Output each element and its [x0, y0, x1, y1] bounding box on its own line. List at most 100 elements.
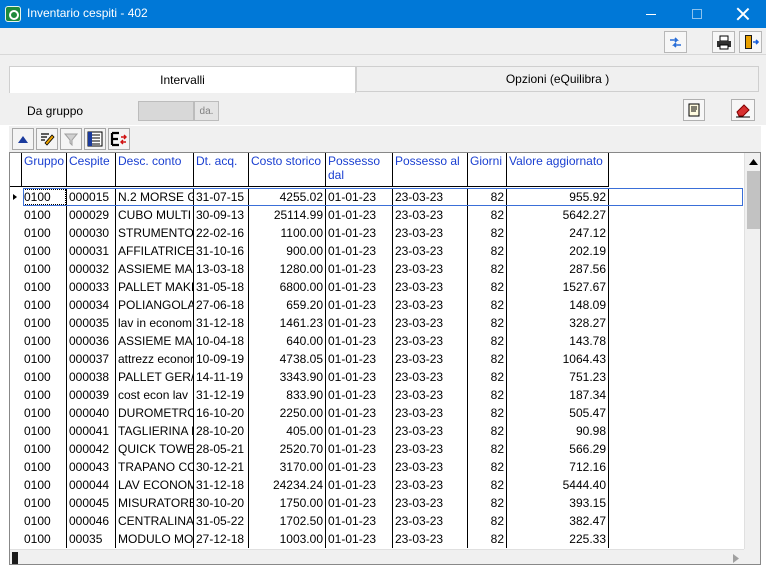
cell-possesso-al[interactable]: 23-03-23 — [393, 422, 468, 440]
cell-dt-acq[interactable]: 31-05-18 — [194, 278, 249, 296]
cell-possesso-al[interactable]: 23-03-23 — [393, 458, 468, 476]
edit-button[interactable] — [36, 128, 58, 150]
cell-costo-storico[interactable]: 1280.00 — [249, 260, 326, 278]
cell-desc-conto[interactable]: CUBO MULTI — [116, 206, 194, 224]
cell-giorni[interactable]: 82 — [468, 512, 507, 530]
cell-dt-acq[interactable]: 16-10-20 — [194, 404, 249, 422]
cell-dt-acq[interactable]: 30-12-21 — [194, 458, 249, 476]
da-gruppo-input[interactable] — [138, 101, 194, 121]
erase-button[interactable] — [731, 99, 755, 121]
cell-giorni[interactable]: 82 — [468, 332, 507, 350]
cell-costo-storico[interactable]: 3343.90 — [249, 368, 326, 386]
cell-costo-storico[interactable]: 4255.02 — [249, 188, 326, 206]
table-row[interactable]: 0100 000040 DUROMETRO 16-10-20 2250.00 01-01-… — [10, 404, 744, 422]
cell-gruppo[interactable]: 0100 — [22, 440, 67, 458]
cell-costo-storico[interactable]: 2520.70 — [249, 440, 326, 458]
cell-costo-storico[interactable]: 1461.23 — [249, 314, 326, 332]
cell-valore-aggiornato[interactable]: 143.78 — [507, 332, 609, 350]
cell-costo-storico[interactable]: 6800.00 — [249, 278, 326, 296]
cell-cespite[interactable]: 000038 — [67, 368, 116, 386]
cell-giorni[interactable]: 82 — [468, 314, 507, 332]
table-row[interactable]: 0100 000042 QUICK TOWE 28-05-21 2520.70 01-01… — [10, 440, 744, 458]
cell-desc-conto[interactable]: PALLET MAKI — [116, 278, 194, 296]
cell-giorni[interactable]: 82 — [468, 422, 507, 440]
row-indicator[interactable] — [10, 494, 22, 512]
cell-possesso-al[interactable]: 23-03-23 — [393, 332, 468, 350]
list-settings-button[interactable] — [84, 128, 106, 150]
cell-gruppo[interactable]: 0100 — [22, 206, 67, 224]
cell-cespite[interactable]: 000046 — [67, 512, 116, 530]
cell-valore-aggiornato[interactable]: 751.23 — [507, 368, 609, 386]
table-row[interactable]: 0100 000036 ASSIEME MAN 10-04-18 640.00 01-01… — [10, 332, 744, 350]
cell-costo-storico[interactable]: 640.00 — [249, 332, 326, 350]
cell-possesso-dal[interactable]: 01-01-23 — [326, 386, 393, 404]
row-indicator[interactable] — [10, 512, 22, 530]
cell-desc-conto[interactable]: lav in econom — [116, 314, 194, 332]
cell-desc-conto[interactable]: MODULO MOT — [116, 530, 194, 548]
cell-valore-aggiornato[interactable]: 712.16 — [507, 458, 609, 476]
cell-possesso-dal[interactable]: 01-01-23 — [326, 368, 393, 386]
tab-intervalli[interactable]: Intervalli — [9, 66, 356, 93]
cell-valore-aggiornato[interactable]: 1527.67 — [507, 278, 609, 296]
cell-costo-storico[interactable]: 900.00 — [249, 242, 326, 260]
cell-giorni[interactable]: 82 — [468, 224, 507, 242]
refresh-button[interactable] — [664, 31, 687, 53]
cell-possesso-al[interactable]: 23-03-23 — [393, 530, 468, 548]
cell-giorni[interactable]: 82 — [468, 260, 507, 278]
row-indicator[interactable] — [10, 458, 22, 476]
cell-possesso-dal[interactable]: 01-01-23 — [326, 314, 393, 332]
cell-dt-acq[interactable]: 10-04-18 — [194, 332, 249, 350]
cell-costo-storico[interactable]: 2250.00 — [249, 404, 326, 422]
cell-possesso-dal[interactable]: 01-01-23 — [326, 350, 393, 368]
cell-dt-acq[interactable]: 13-03-18 — [194, 260, 249, 278]
cell-valore-aggiornato[interactable]: 382.47 — [507, 512, 609, 530]
cell-dt-acq[interactable]: 27-06-18 — [194, 296, 249, 314]
row-indicator[interactable] — [10, 422, 22, 440]
cell-valore-aggiornato[interactable]: 566.29 — [507, 440, 609, 458]
row-indicator[interactable] — [10, 296, 22, 314]
cell-cespite[interactable]: 000042 — [67, 440, 116, 458]
cell-possesso-al[interactable]: 23-03-23 — [393, 440, 468, 458]
cell-gruppo[interactable]: 0100 — [22, 422, 67, 440]
cell-desc-conto[interactable]: POLIANGOLA — [116, 296, 194, 314]
cell-dt-acq[interactable]: 31-05-22 — [194, 512, 249, 530]
cell-dt-acq[interactable]: 22-02-16 — [194, 224, 249, 242]
tab-opzioni[interactable]: Opzioni (eQuilibra ) — [356, 66, 759, 92]
row-indicator[interactable] — [10, 260, 22, 278]
cell-possesso-dal[interactable]: 01-01-23 — [326, 188, 393, 206]
export-button[interactable] — [108, 128, 130, 150]
cell-gruppo[interactable]: 0100 — [22, 494, 67, 512]
cell-desc-conto[interactable]: CENTRALINA — [116, 512, 194, 530]
cell-possesso-dal[interactable]: 01-01-23 — [326, 530, 393, 548]
table-row[interactable]: 0100 000031 AFFILATRICE 31-10-16 900.00 01-01… — [10, 242, 744, 260]
cell-dt-acq[interactable]: 14-11-19 — [194, 368, 249, 386]
cell-possesso-dal[interactable]: 01-01-23 — [326, 296, 393, 314]
cell-costo-storico[interactable]: 1750.00 — [249, 494, 326, 512]
cespiti-grid[interactable]: Gruppo Cespite Desc. conto Dt. acq. Costo st… — [9, 152, 761, 565]
vertical-scrollbar[interactable] — [744, 153, 760, 549]
table-row[interactable]: 0100 000045 MISURATORE 30-10-20 1750.00 01-01… — [10, 494, 744, 512]
cell-possesso-al[interactable]: 23-03-23 — [393, 188, 468, 206]
cell-gruppo[interactable]: 0100 — [22, 458, 67, 476]
table-row[interactable]: 0100 000035 lav in econom 31-12-18 1461.23 01… — [10, 314, 744, 332]
cell-gruppo[interactable]: 0100 — [22, 332, 67, 350]
cell-costo-storico[interactable]: 833.90 — [249, 386, 326, 404]
cell-gruppo[interactable]: 0100 — [22, 404, 67, 422]
row-indicator[interactable] — [10, 224, 22, 242]
cell-possesso-al[interactable]: 23-03-23 — [393, 386, 468, 404]
cell-desc-conto[interactable]: DUROMETRO — [116, 404, 194, 422]
cell-costo-storico[interactable]: 25114.99 — [249, 206, 326, 224]
cell-valore-aggiornato[interactable]: 247.12 — [507, 224, 609, 242]
cell-valore-aggiornato[interactable]: 90.98 — [507, 422, 609, 440]
row-indicator[interactable] — [10, 242, 22, 260]
table-row[interactable]: 0100 000034 POLIANGOLA 27-06-18 659.20 01-01-… — [10, 296, 744, 314]
table-row[interactable]: 0100 000041 TAGLIERINA E 28-10-20 405.00 01-0… — [10, 422, 744, 440]
cell-possesso-dal[interactable]: 01-01-23 — [326, 260, 393, 278]
cell-gruppo[interactable]: 0100 — [22, 242, 67, 260]
cell-giorni[interactable]: 82 — [468, 206, 507, 224]
print-button[interactable] — [712, 31, 735, 53]
cell-possesso-al[interactable]: 23-03-23 — [393, 242, 468, 260]
column-header-giorni[interactable]: Giorni — [468, 153, 507, 187]
cell-cespite[interactable]: 000043 — [67, 458, 116, 476]
cell-possesso-al[interactable]: 23-03-23 — [393, 368, 468, 386]
